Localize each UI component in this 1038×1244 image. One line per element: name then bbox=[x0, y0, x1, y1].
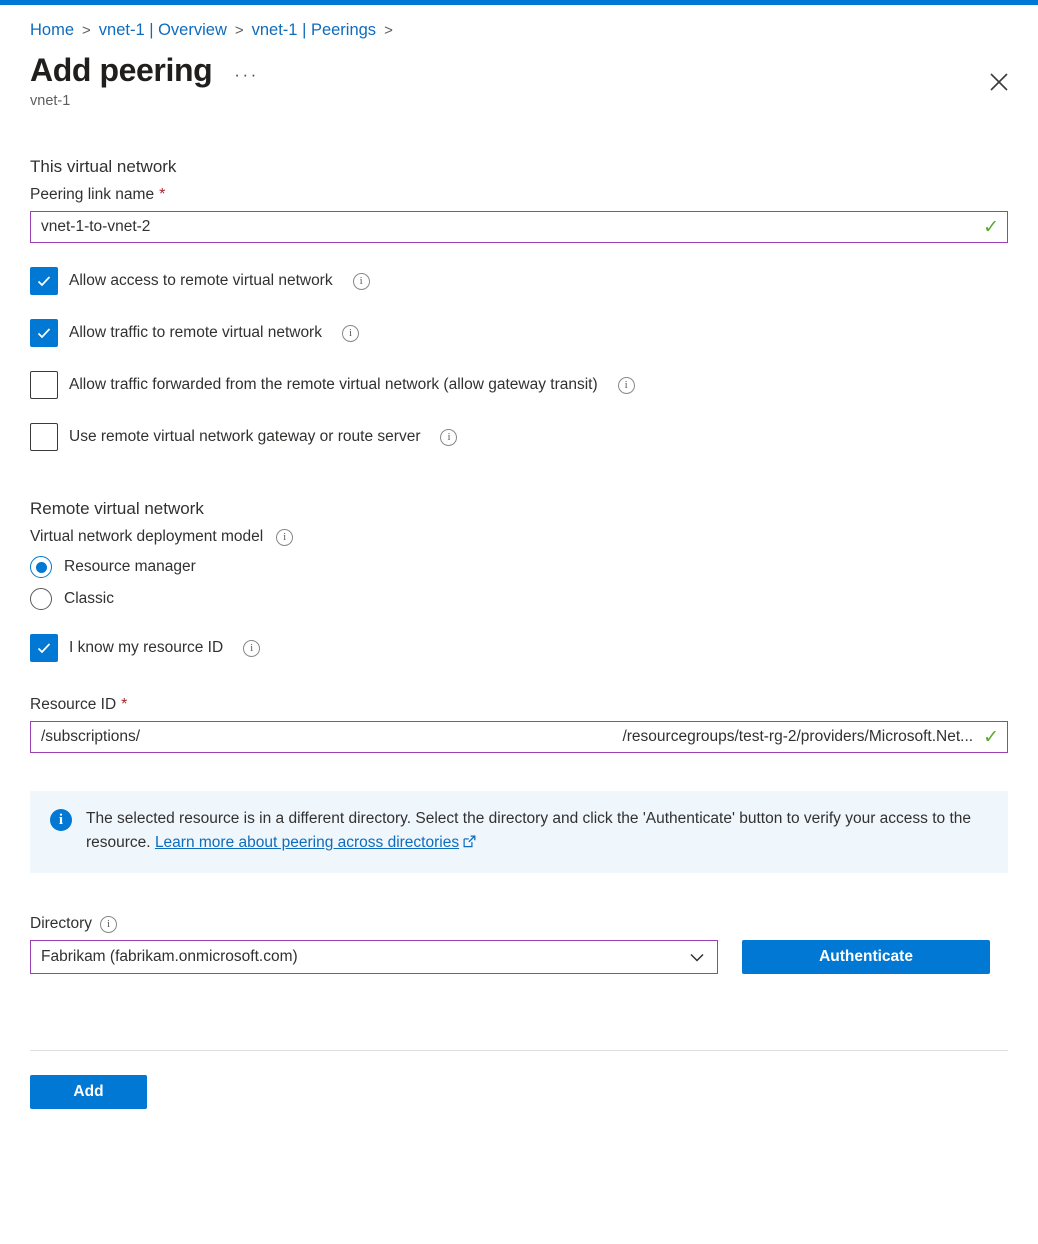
info-icon[interactable]: i bbox=[276, 528, 294, 546]
breadcrumb-item-vnet-overview[interactable]: vnet-1 | Overview bbox=[99, 21, 227, 40]
checkmark-icon bbox=[37, 328, 51, 339]
info-icon[interactable]: i bbox=[440, 428, 458, 446]
directory-label: Directory i bbox=[30, 915, 1008, 933]
info-icon[interactable]: i bbox=[341, 324, 359, 342]
info-icon[interactable]: i bbox=[352, 272, 370, 290]
section-remote-virtual-network-title: Remote virtual network bbox=[30, 499, 204, 519]
resource-id-value-suffix: /resourcegroups/test-rg-2/providers/Micr… bbox=[622, 728, 974, 746]
directory-select[interactable]: Fabrikam (fabrikam.onmicrosoft.com) bbox=[30, 940, 718, 975]
radio-label-classic[interactable]: Classic bbox=[64, 590, 114, 608]
directory-selected-value: Fabrikam (fabrikam.onmicrosoft.com) bbox=[41, 948, 298, 966]
chevron-down-icon bbox=[687, 947, 707, 967]
banner-text: The selected resource is in a different … bbox=[86, 807, 981, 856]
checkbox-row-use-remote-gateway[interactable]: Use remote virtual network gateway or ro… bbox=[30, 423, 1008, 452]
radio-row-resource-manager[interactable]: Resource manager bbox=[30, 556, 1008, 579]
checkbox-label-allow-traffic[interactable]: Allow traffic to remote virtual network bbox=[69, 324, 322, 342]
close-icon bbox=[990, 73, 1008, 91]
breadcrumb-separator-icon: > bbox=[384, 22, 393, 39]
resource-id-input[interactable]: /subscriptions/ /resourcegroups/test-rg-… bbox=[30, 721, 1008, 754]
deployment-model-label-text: Virtual network deployment model bbox=[30, 528, 264, 546]
checkmark-icon bbox=[37, 643, 51, 654]
resource-id-value-prefix: /subscriptions/ bbox=[41, 728, 141, 746]
valid-check-icon: ✓ bbox=[983, 726, 999, 748]
deployment-model-label: Virtual network deployment model i bbox=[30, 528, 1008, 546]
radio-row-classic[interactable]: Classic bbox=[30, 588, 1008, 611]
required-asterisk: * bbox=[121, 696, 128, 714]
checkbox-row-allow-access[interactable]: Allow access to remote virtual network i bbox=[30, 267, 1008, 296]
breadcrumb-item-vnet-peerings[interactable]: vnet-1 | Peerings bbox=[252, 21, 376, 40]
checkbox-know-resource-id[interactable] bbox=[30, 634, 58, 663]
checkbox-label-allow-forwarded-traffic[interactable]: Allow traffic forwarded from the remote … bbox=[69, 376, 598, 394]
resource-id-label: Resource ID * bbox=[30, 696, 1008, 714]
authenticate-button[interactable]: Authenticate bbox=[742, 940, 990, 975]
peering-link-name-label-text: Peering link name bbox=[30, 186, 155, 204]
breadcrumb: Home > vnet-1 | Overview > vnet-1 | Peer… bbox=[30, 5, 1008, 40]
checkbox-row-allow-traffic[interactable]: Allow traffic to remote virtual network … bbox=[30, 319, 1008, 348]
checkbox-label-use-remote-gateway[interactable]: Use remote virtual network gateway or ro… bbox=[69, 428, 420, 446]
close-button[interactable] bbox=[982, 65, 1016, 99]
radio-resource-manager[interactable] bbox=[30, 556, 52, 579]
radio-dot-icon bbox=[35, 561, 47, 573]
info-icon[interactable]: i bbox=[243, 639, 261, 657]
section-this-virtual-network-title: This virtual network bbox=[30, 157, 177, 177]
valid-check-icon: ✓ bbox=[983, 216, 999, 238]
directory-label-text: Directory bbox=[30, 915, 93, 933]
peering-link-name-label: Peering link name * bbox=[30, 186, 1008, 204]
page-subtitle: vnet-1 bbox=[30, 93, 71, 110]
directory-info-banner: i The selected resource is in a differen… bbox=[30, 791, 1008, 874]
banner-learn-more-link[interactable]: Learn more about peering across director… bbox=[155, 834, 459, 851]
directory-row: Fabrikam (fabrikam.onmicrosoft.com) Auth… bbox=[30, 940, 1008, 975]
peering-link-name-input[interactable]: vnet-1-to-vnet-2 ✓ bbox=[30, 211, 1008, 244]
add-peering-blade: Home > vnet-1 | Overview > vnet-1 | Peer… bbox=[0, 5, 1038, 1110]
checkbox-label-know-resource-id[interactable]: I know my resource ID bbox=[69, 639, 223, 657]
page-title: Add peering bbox=[30, 52, 213, 88]
checkbox-use-remote-gateway[interactable] bbox=[30, 423, 58, 452]
info-filled-icon: i bbox=[50, 809, 72, 832]
checkbox-allow-traffic[interactable] bbox=[30, 319, 58, 348]
info-icon[interactable]: i bbox=[617, 376, 635, 394]
radio-classic[interactable] bbox=[30, 588, 52, 611]
add-button[interactable]: Add bbox=[30, 1075, 147, 1110]
radio-label-resource-manager[interactable]: Resource manager bbox=[64, 558, 196, 576]
required-asterisk: * bbox=[159, 186, 166, 204]
more-options-button[interactable]: ··· bbox=[234, 65, 258, 85]
checkbox-row-know-resource-id[interactable]: I know my resource ID i bbox=[30, 634, 1008, 663]
checkmark-icon bbox=[37, 276, 51, 287]
peering-link-name-value: vnet-1-to-vnet-2 bbox=[41, 218, 151, 236]
breadcrumb-separator-icon: > bbox=[82, 22, 91, 39]
checkbox-label-allow-access[interactable]: Allow access to remote virtual network bbox=[69, 272, 333, 290]
breadcrumb-item-home[interactable]: Home bbox=[30, 21, 74, 40]
title-row: Add peering ··· bbox=[30, 52, 1008, 88]
footer: Add bbox=[30, 1051, 1008, 1110]
resource-id-label-text: Resource ID bbox=[30, 696, 117, 714]
checkbox-allow-access[interactable] bbox=[30, 267, 58, 296]
checkbox-row-allow-forwarded-traffic[interactable]: Allow traffic forwarded from the remote … bbox=[30, 371, 1008, 400]
external-link-icon[interactable] bbox=[463, 832, 476, 856]
breadcrumb-separator-icon: > bbox=[234, 22, 244, 39]
info-icon[interactable]: i bbox=[100, 915, 118, 933]
checkbox-allow-forwarded-traffic[interactable] bbox=[30, 371, 58, 400]
